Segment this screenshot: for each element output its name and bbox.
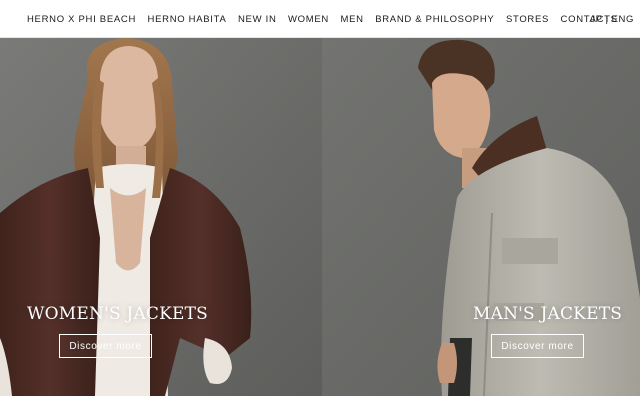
men-jackets-title: MAN'S JACKETS	[473, 304, 623, 324]
language-switcher: JP | ENG	[590, 0, 634, 38]
language-separator: |	[605, 13, 609, 25]
women-discover-more-button[interactable]: Discover more	[59, 334, 152, 358]
women-model-photo	[0, 38, 322, 396]
language-eng-link[interactable]: ENG	[612, 14, 634, 25]
men-jackets-banner[interactable]: MAN'S JACKETS Discover more	[322, 38, 640, 396]
women-jackets-banner[interactable]: WOMEN'S JACKETS Discover more	[0, 38, 322, 396]
nav-item-herno-habita[interactable]: HERNO HABITA	[148, 14, 227, 25]
nav-item-brand-philosophy[interactable]: BRAND & PHILOSOPHY	[375, 14, 494, 25]
nav-item-women[interactable]: WOMEN	[288, 14, 329, 25]
nav-item-men[interactable]: MEN	[340, 14, 363, 25]
nav-item-herno-x-phi-beach[interactable]: HERNO X PHI BEACH	[27, 14, 136, 25]
nav-item-stores[interactable]: STORES	[506, 14, 549, 25]
main-menu: HERNO X PHI BEACH HERNO HABITA NEW IN WO…	[27, 0, 629, 38]
women-jackets-title: WOMEN'S JACKETS	[27, 304, 209, 324]
men-model-photo	[322, 38, 640, 396]
language-jp-link[interactable]: JP	[590, 14, 602, 25]
nav-item-new-in[interactable]: NEW IN	[238, 14, 277, 25]
top-navigation: HERNO X PHI BEACH HERNO HABITA NEW IN WO…	[0, 0, 640, 38]
men-discover-more-button[interactable]: Discover more	[491, 334, 584, 358]
